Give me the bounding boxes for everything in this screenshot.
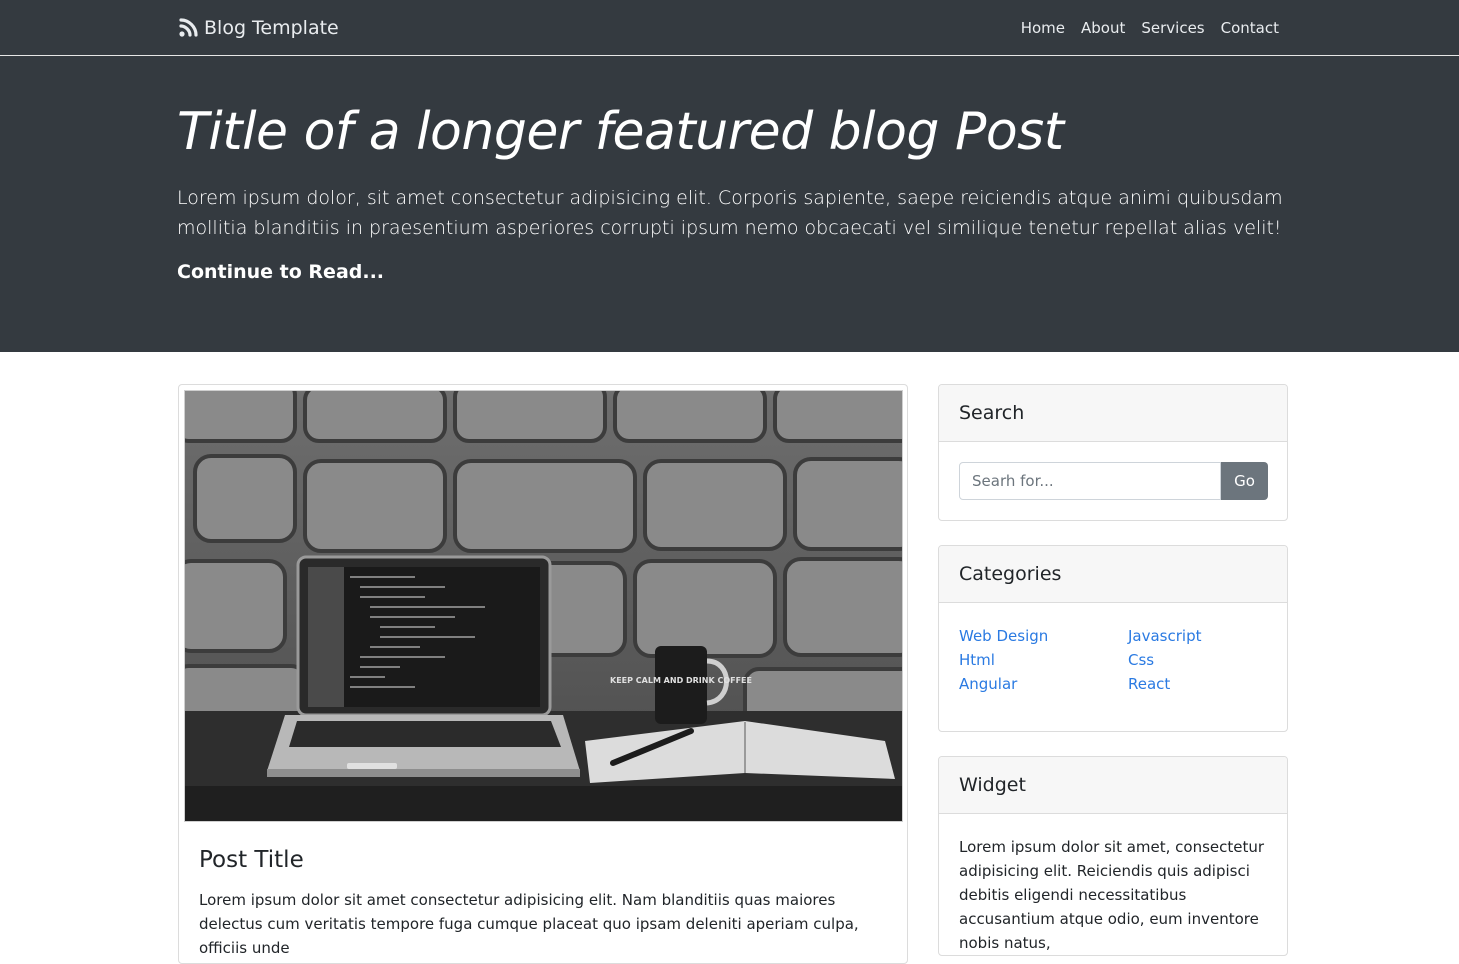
category-web-design[interactable]: Web Design bbox=[959, 624, 1128, 648]
post-title: Post Title bbox=[199, 847, 304, 873]
nav-contact[interactable]: Contact bbox=[1221, 19, 1279, 37]
search-heading: Search bbox=[939, 385, 1287, 442]
category-javascript[interactable]: Javascript bbox=[1128, 624, 1269, 648]
rss-icon bbox=[179, 18, 198, 37]
widget-heading: Widget bbox=[939, 757, 1287, 814]
search-card: Search Go bbox=[938, 384, 1288, 521]
nav-services[interactable]: Services bbox=[1141, 19, 1204, 37]
featured-title: Title of a longer featured blog Post bbox=[177, 102, 1064, 162]
nav-home[interactable]: Home bbox=[1021, 19, 1065, 37]
categories-card: Categories Web Design Javascript Html Cs… bbox=[938, 545, 1288, 732]
top-navbar: Blog Template Home About Services Contac… bbox=[0, 0, 1459, 56]
featured-post-hero: Title of a longer featured blog Post Lor… bbox=[0, 56, 1459, 352]
post-image: KEEP CALM AND DRINK COFFEE bbox=[184, 390, 903, 822]
brand-label: Blog Template bbox=[204, 17, 339, 39]
post-card: KEEP CALM AND DRINK COFFEE Post Title Lo… bbox=[178, 384, 908, 964]
brand-link[interactable]: Blog Template bbox=[177, 14, 339, 42]
nav-links: Home About Services Contact bbox=[1005, 0, 1279, 55]
go-button[interactable]: Go bbox=[1221, 462, 1268, 500]
laptop-desk-photo: KEEP CALM AND DRINK COFFEE bbox=[185, 391, 902, 821]
featured-lead: Lorem ipsum dolor, sit amet consectetur … bbox=[177, 187, 1283, 239]
widget-text: Lorem ipsum dolor sit amet, consectetur … bbox=[959, 838, 1265, 952]
post-excerpt: Lorem ipsum dolor sit amet consectetur a… bbox=[199, 891, 859, 957]
search-row: Go bbox=[959, 462, 1268, 500]
categories-list: Web Design Javascript Html Css Angular R… bbox=[959, 624, 1269, 696]
mug-text: KEEP CALM AND DRINK COFFEE bbox=[610, 676, 752, 685]
search-input[interactable] bbox=[959, 462, 1221, 500]
categories-heading: Categories bbox=[939, 546, 1287, 603]
category-react[interactable]: React bbox=[1128, 672, 1269, 696]
category-html[interactable]: Html bbox=[959, 648, 1128, 672]
category-angular[interactable]: Angular bbox=[959, 672, 1128, 696]
nav-about[interactable]: About bbox=[1081, 19, 1125, 37]
continue-reading-link[interactable]: Continue to Read... bbox=[177, 261, 384, 283]
category-css[interactable]: Css bbox=[1128, 648, 1269, 672]
widget-card: Widget Lorem ipsum dolor sit amet, conse… bbox=[938, 756, 1288, 956]
